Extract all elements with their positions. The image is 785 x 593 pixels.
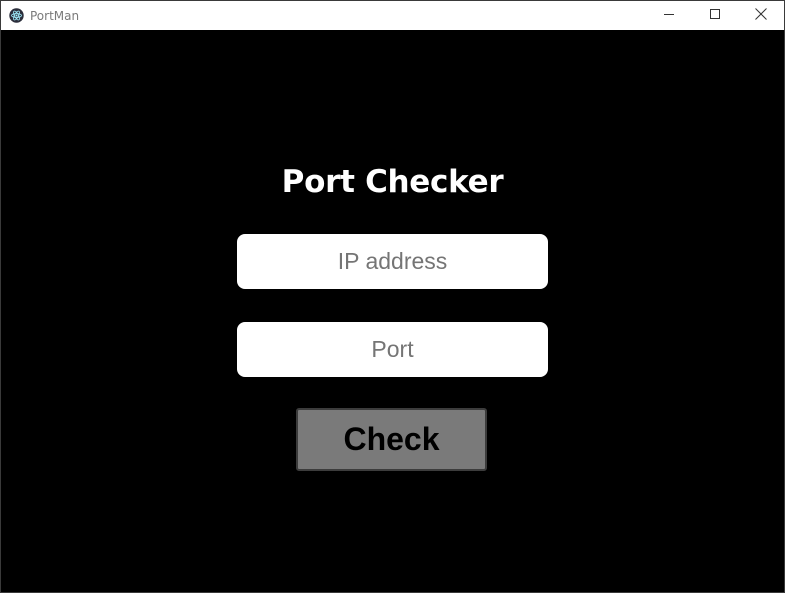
electron-atom-icon <box>9 8 24 23</box>
close-button[interactable] <box>738 1 784 30</box>
ip-address-input[interactable] <box>237 234 548 289</box>
check-button[interactable]: Check <box>296 408 487 471</box>
minimize-button[interactable] <box>646 1 692 30</box>
close-icon <box>755 7 767 25</box>
app-window: PortMan Port Checker IP address Port Che… <box>0 0 785 593</box>
port-input[interactable] <box>237 322 548 377</box>
title-bar[interactable]: PortMan <box>1 1 784 30</box>
maximize-icon <box>709 7 721 25</box>
window-controls <box>646 1 784 30</box>
maximize-button[interactable] <box>692 1 738 30</box>
main-content: Port Checker Check <box>1 30 784 592</box>
minimize-icon <box>663 7 675 25</box>
window-title: PortMan <box>30 8 80 23</box>
page-title: Port Checker <box>281 164 504 200</box>
